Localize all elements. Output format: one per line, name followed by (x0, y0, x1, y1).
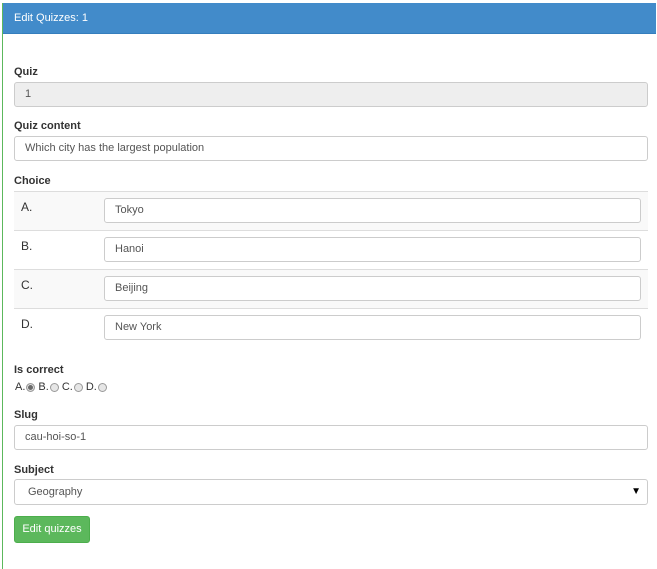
choice-row-b: B. Hanoi (14, 230, 648, 269)
radio-button-c[interactable] (73, 382, 83, 392)
choice-c-input[interactable]: Beijing (104, 276, 641, 301)
slug-label: Slug (14, 409, 38, 421)
subject-select[interactable]: Geography ▼ (14, 479, 648, 505)
page-title: Edit Quizzes: 1 (14, 12, 88, 24)
quiz-label: Quiz (14, 66, 38, 78)
choice-row-a: A. Tokyo (14, 191, 648, 230)
radio-label: D. (85, 381, 97, 393)
choice-label: Choice (14, 175, 51, 187)
slug-input[interactable]: cau-hoi-so-1 (14, 425, 648, 450)
radio-option-a[interactable]: A. (15, 381, 36, 393)
radio-option-c[interactable]: C. (62, 381, 83, 393)
radio-button-a[interactable] (26, 382, 36, 392)
choice-a-input[interactable]: Tokyo (104, 198, 641, 223)
choice-letter: C. (21, 278, 33, 292)
subject-label: Subject (14, 464, 54, 476)
panel-heading: Edit Quizzes: 1 (3, 3, 656, 34)
choice-letter: A. (21, 200, 33, 214)
is-correct-radio-group: A. B. C. D. (15, 381, 110, 393)
radio-label: A. (15, 381, 26, 393)
caret-down-icon: ▼ (631, 486, 641, 497)
radio-label: C. (61, 381, 73, 393)
radio-button-d[interactable] (97, 382, 107, 392)
is-correct-label: Is correct (14, 364, 64, 376)
subject-selected-value: Geography (28, 486, 83, 498)
quiz-id-field: 1 (14, 82, 648, 107)
radio-option-d[interactable]: D. (86, 381, 107, 393)
choice-row-d: D. New York (14, 308, 648, 347)
choice-letter: B. (21, 239, 33, 253)
radio-label: B. (38, 381, 49, 393)
quiz-content-input[interactable]: Which city has the largest population (14, 136, 648, 161)
choice-letter: D. (21, 317, 33, 331)
choice-b-input[interactable]: Hanoi (104, 237, 641, 262)
edit-quiz-panel: Edit Quizzes: 1 Quiz 1 Quiz content Whic… (2, 3, 656, 569)
choice-row-c: C. Beijing (14, 269, 648, 308)
edit-quizzes-button[interactable]: Edit quizzes (14, 516, 90, 543)
radio-button-b[interactable] (49, 382, 59, 392)
choice-d-input[interactable]: New York (104, 315, 641, 340)
radio-option-b[interactable]: B. (38, 381, 59, 393)
quiz-content-label: Quiz content (14, 120, 81, 132)
choice-table: A. Tokyo B. Hanoi C. Beijing D. New York (14, 191, 648, 347)
